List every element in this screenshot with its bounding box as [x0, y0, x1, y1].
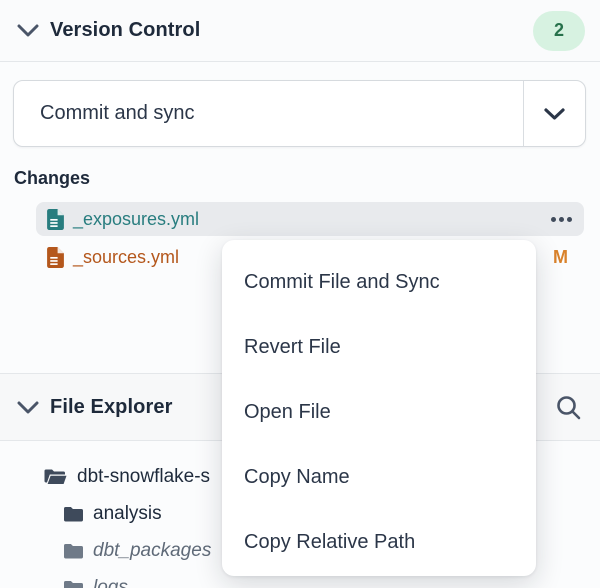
commit-dropdown-toggle[interactable] — [523, 81, 585, 146]
file-context-menu: Commit File and Sync Revert File Open Fi… — [222, 240, 536, 576]
commit-action-label[interactable]: Commit and sync — [14, 81, 523, 146]
folder-icon — [64, 506, 83, 522]
menu-item-copy-name[interactable]: Copy Name — [222, 445, 536, 510]
search-icon — [555, 394, 582, 421]
menu-item-copy-relative-path[interactable]: Copy Relative Path — [222, 510, 536, 575]
tree-item-label: dbt-snowflake-s — [77, 466, 210, 488]
ellipsis-icon[interactable] — [551, 217, 576, 222]
file-document-icon — [47, 209, 64, 230]
commit-and-sync-dropdown[interactable]: Commit and sync — [13, 80, 586, 147]
search-button[interactable] — [550, 389, 586, 425]
folder-icon — [64, 543, 83, 559]
changed-file-row-exposures[interactable]: _exposures.yml — [36, 202, 584, 236]
menu-item-open-file[interactable]: Open File — [222, 380, 536, 445]
tree-item-label: dbt_packages — [93, 540, 211, 562]
changed-file-name[interactable]: _exposures.yml — [73, 209, 199, 230]
tree-item-label: analysis — [93, 503, 162, 525]
file-document-icon — [47, 247, 64, 268]
chevron-down-icon — [17, 401, 39, 414]
tree-item-label: logs — [93, 577, 128, 588]
chevron-down-icon — [17, 24, 39, 37]
folder-open-icon — [44, 468, 67, 486]
changed-file-name[interactable]: _sources.yml — [73, 247, 179, 268]
version-control-header[interactable]: Version Control 2 — [0, 0, 600, 62]
menu-item-revert-file[interactable]: Revert File — [222, 315, 536, 380]
changes-section-label: Changes — [14, 168, 90, 189]
changes-count-badge: 2 — [533, 11, 585, 51]
modified-status-badge: M — [553, 247, 576, 268]
file-explorer-title: File Explorer — [50, 396, 172, 419]
version-control-title: Version Control — [50, 19, 200, 42]
menu-item-commit-file-and-sync[interactable]: Commit File and Sync — [222, 250, 536, 315]
chevron-down-icon — [544, 108, 565, 120]
folder-icon — [64, 580, 83, 588]
ide-sidebar: Version Control 2 Commit and sync Change… — [0, 0, 600, 588]
